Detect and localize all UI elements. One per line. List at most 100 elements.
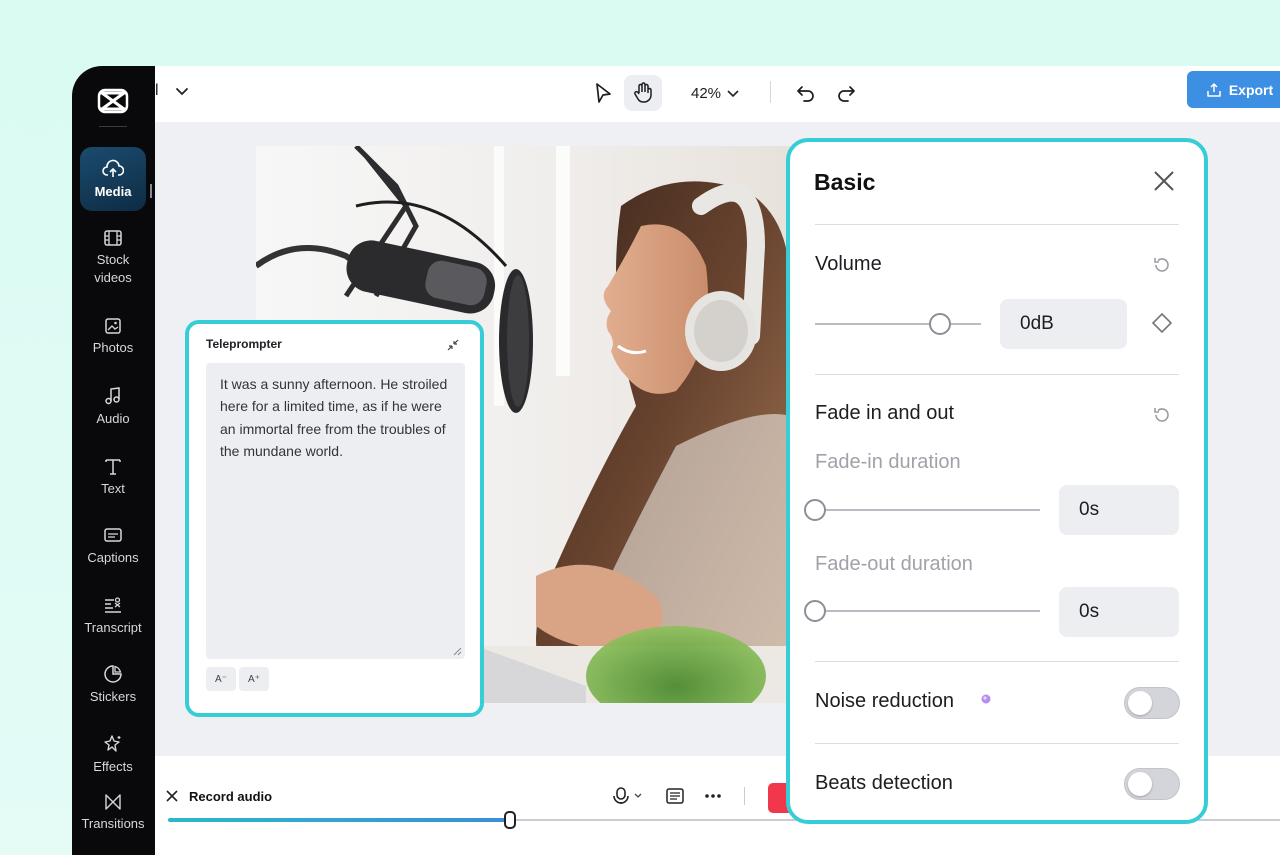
sparkle-icon	[104, 735, 121, 752]
fade-out-label: Fade-out duration	[815, 553, 973, 575]
sidebar: Media Stock videos Photos Audio Text Cap…	[72, 66, 155, 855]
sidebar-item-text[interactable]: Text	[80, 456, 146, 498]
panel-divider	[815, 374, 1179, 375]
sidebar-item-transitions[interactable]: Transitions	[80, 793, 146, 833]
increase-font-button[interactable]: A⁺	[239, 667, 269, 691]
cloud-upload-icon	[102, 159, 124, 177]
sidebar-item-label: Captions	[87, 550, 139, 565]
sidebar-item-label: Photos	[92, 340, 134, 355]
music-note-icon	[105, 387, 120, 405]
capcut-logo	[97, 88, 129, 114]
increase-font-label: A⁺	[248, 673, 260, 685]
select-tool-button[interactable]	[588, 75, 618, 111]
redo-button[interactable]	[831, 75, 861, 111]
fade-in-slider-track[interactable]	[815, 509, 1040, 511]
panel-title: Basic	[814, 169, 876, 195]
project-name[interactable]: l	[155, 82, 159, 100]
volume-slider-handle[interactable]	[928, 313, 951, 335]
logo-divider	[99, 126, 127, 127]
panel-divider	[815, 743, 1179, 744]
close-icon[interactable]	[166, 790, 178, 802]
fade-out-slider-track[interactable]	[815, 610, 1040, 612]
premium-badge-icon	[981, 694, 991, 704]
sidebar-item-stock-videos[interactable]: Stock videos	[80, 229, 146, 287]
decrease-font-button[interactable]: A⁻	[206, 667, 236, 691]
upload-icon	[1207, 82, 1221, 97]
toggle-thumb	[1128, 691, 1152, 715]
teleprompter-toggle-icon[interactable]	[666, 788, 684, 804]
redo-icon	[838, 86, 855, 102]
sidebar-item-label: Stock videos	[94, 252, 132, 285]
sidebar-item-label: Transitions	[81, 816, 145, 831]
teleprompter-script: It was a sunny afternoon. He stroiled he…	[220, 376, 448, 459]
export-label: Export	[1228, 81, 1274, 98]
progress-fill	[168, 818, 510, 822]
sidebar-item-effects[interactable]: Effects	[80, 734, 146, 776]
fade-in-slider-handle[interactable]	[804, 499, 826, 521]
resize-grip-icon[interactable]	[452, 646, 462, 656]
pointer-icon	[596, 83, 611, 103]
undo-icon	[797, 86, 814, 102]
sidebar-item-photos[interactable]: Photos	[80, 317, 146, 357]
record-bar-divider	[744, 787, 745, 805]
fade-out-slider-handle[interactable]	[804, 600, 826, 622]
beats-detection-label: Beats detection	[815, 772, 953, 794]
chevron-down-icon	[727, 90, 739, 98]
record-audio-title: Record audio	[189, 789, 273, 804]
sidebar-item-label: Media	[94, 184, 132, 199]
sidebar-item-label: Stickers	[89, 689, 137, 704]
teleprompter-textarea[interactable]: It was a sunny afternoon. He stroiled he…	[206, 363, 465, 659]
noise-reduction-label: Noise reduction	[815, 690, 954, 712]
reset-icon[interactable]	[1152, 255, 1172, 275]
teleprompter-panel: Teleprompter It was a sunny afternoon. H…	[185, 320, 484, 717]
undo-button[interactable]	[791, 75, 821, 111]
basic-audio-panel: Basic Volume 0dB Fade in and out Fade-in…	[786, 138, 1208, 824]
sidebar-item-stickers[interactable]: Stickers	[80, 664, 146, 706]
volume-slider-track[interactable]	[815, 323, 981, 325]
keyframe-diamond-icon[interactable]	[1151, 312, 1173, 334]
sidebar-item-media[interactable]: Media	[80, 147, 146, 211]
sidebar-item-label: Effects	[93, 759, 133, 774]
volume-value: 0dB	[1020, 313, 1054, 334]
collapse-icon[interactable]	[446, 338, 460, 352]
zoom-value: 42%	[690, 84, 722, 102]
microphone-icon[interactable]	[613, 787, 645, 805]
sidebar-item-captions[interactable]: Captions	[80, 525, 146, 567]
captions-icon	[104, 528, 122, 542]
reset-icon[interactable]	[1152, 405, 1172, 425]
editor-window: Media Stock videos Photos Audio Text Cap…	[72, 66, 1280, 855]
volume-input[interactable]: 0dB	[1000, 299, 1127, 349]
panel-divider	[815, 661, 1179, 662]
sidebar-item-label: Text	[101, 481, 125, 496]
zoom-dropdown[interactable]: 42%	[685, 75, 745, 111]
sidebar-scroll-indicator	[150, 184, 152, 198]
toolbar-divider	[770, 81, 771, 103]
beats-detection-toggle[interactable]	[1124, 768, 1180, 800]
sidebar-item-audio[interactable]: Audio	[80, 386, 146, 428]
decrease-font-label: A⁻	[215, 673, 227, 685]
film-icon	[104, 230, 122, 246]
panel-divider	[815, 224, 1179, 225]
sidebar-item-transcript[interactable]: Transcript	[80, 595, 146, 637]
export-button[interactable]: Export	[1187, 71, 1280, 108]
chevron-down-icon[interactable]	[175, 84, 189, 98]
transcript-icon	[105, 597, 121, 613]
text-t-icon	[105, 459, 121, 475]
teleprompter-title: Teleprompter	[206, 337, 282, 351]
image-icon	[105, 318, 121, 334]
hand-icon	[634, 82, 652, 103]
hand-tool-button[interactable]	[624, 75, 662, 111]
sidebar-item-label: Transcript	[84, 620, 142, 635]
fade-in-input[interactable]: 0s	[1059, 485, 1179, 535]
noise-reduction-toggle[interactable]	[1124, 687, 1180, 719]
fade-label: Fade in and out	[815, 402, 954, 424]
volume-label: Volume	[815, 253, 882, 275]
fade-out-input[interactable]: 0s	[1059, 587, 1179, 637]
progress-handle[interactable]	[504, 811, 516, 829]
close-icon[interactable]	[1153, 170, 1175, 192]
more-options-icon[interactable]	[705, 793, 721, 799]
transition-icon	[105, 794, 121, 810]
fade-in-label: Fade-in duration	[815, 451, 961, 473]
top-toolbar: l 42% Export	[155, 66, 1280, 122]
fade-in-value: 0s	[1079, 499, 1100, 520]
